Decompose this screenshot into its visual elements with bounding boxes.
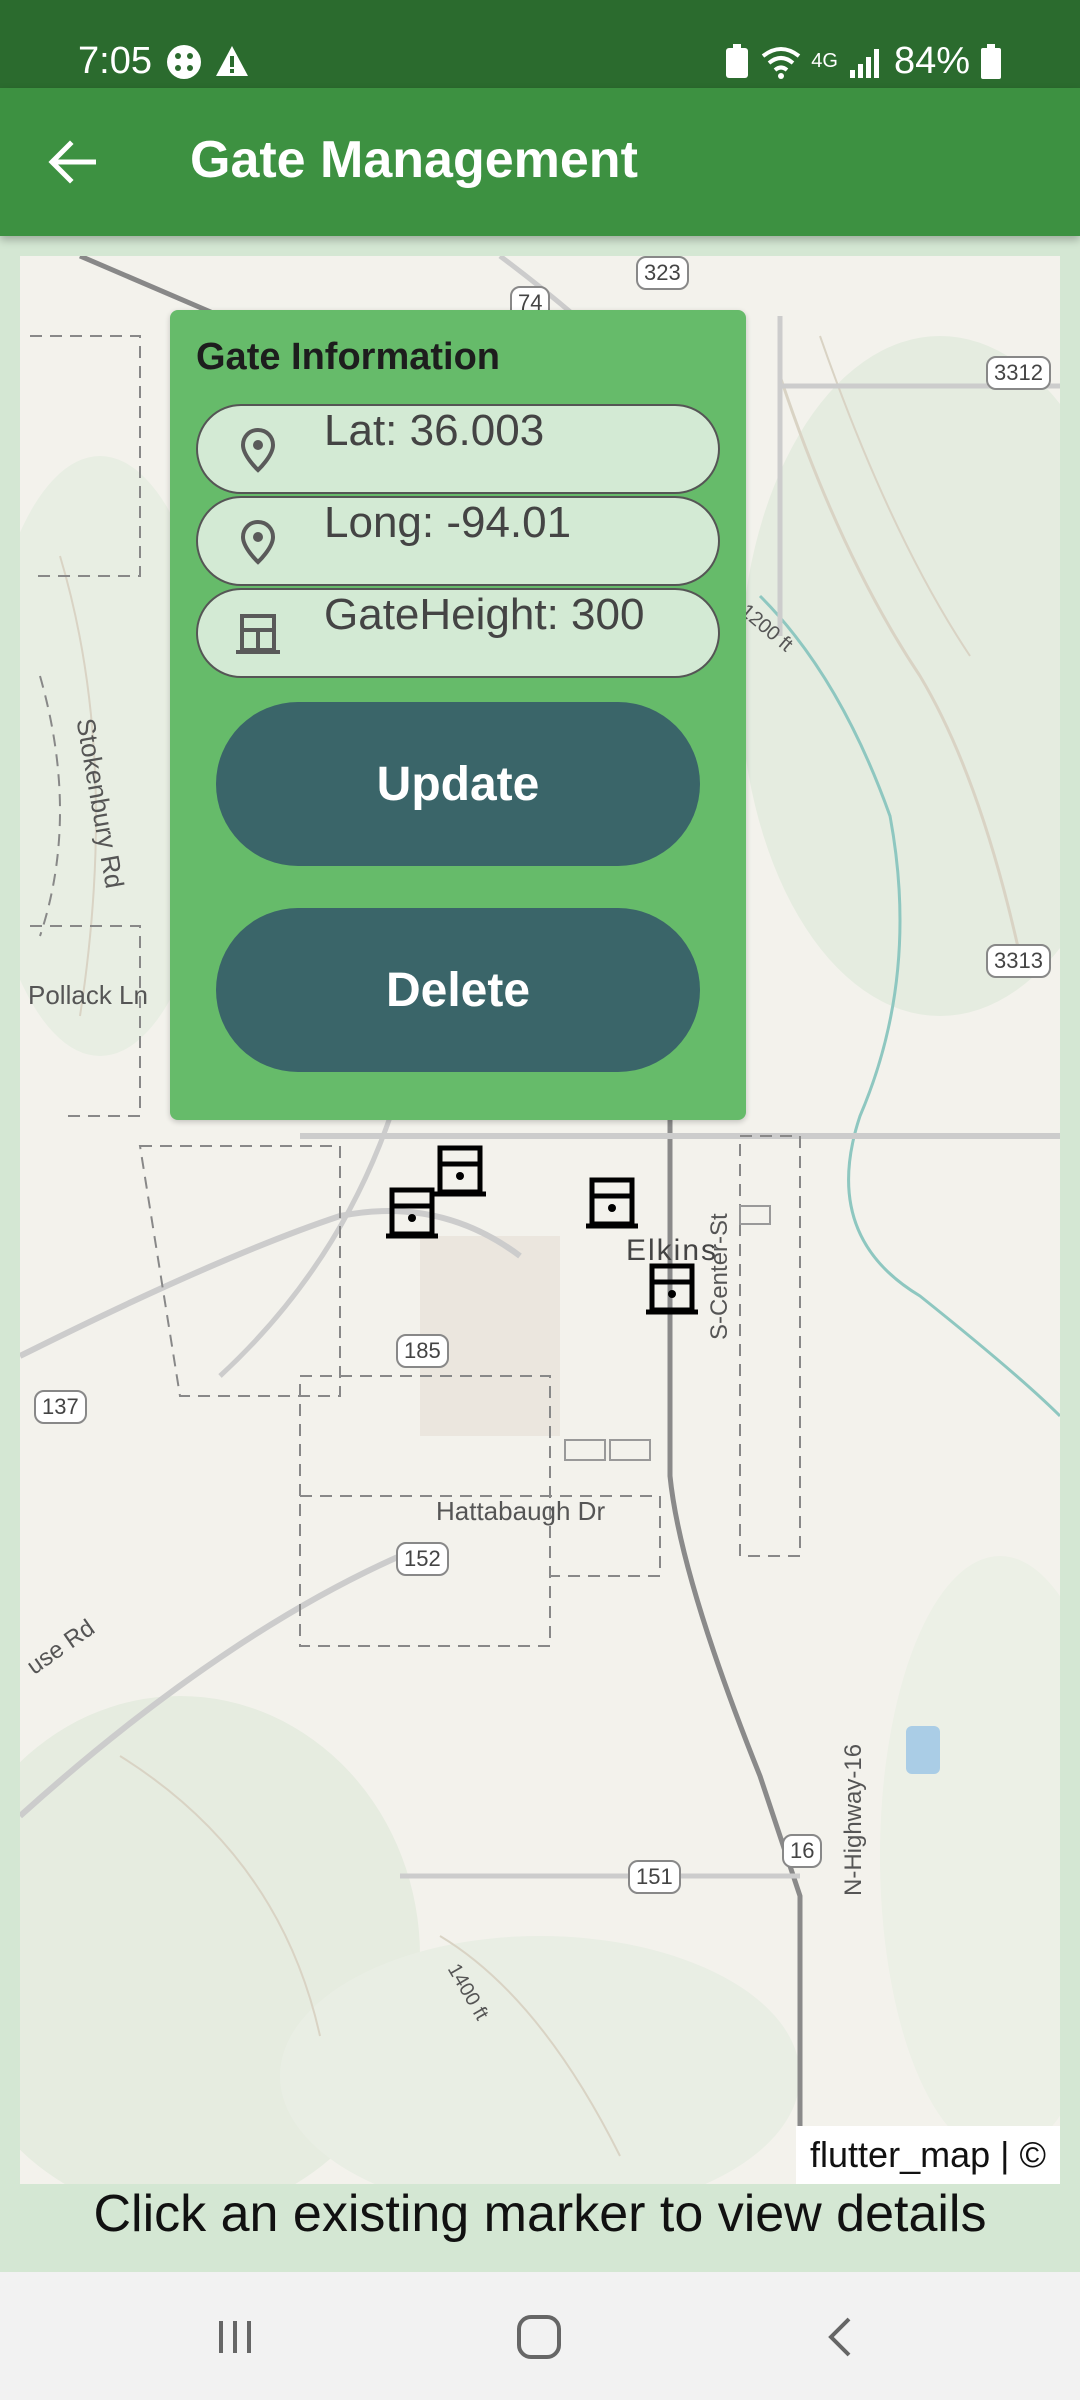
map-attribution[interactable]: flutter_map | © — [796, 2126, 1060, 2184]
route-shield-323: 323 — [636, 256, 689, 290]
battery-saver-icon — [726, 43, 749, 78]
map-label-pollack: Pollack Ln — [28, 980, 148, 1010]
arrow-back-icon — [48, 140, 96, 184]
map-label-highway: N-Highway-16 — [840, 1743, 867, 1896]
route-shield-152: 152 — [396, 1542, 449, 1576]
gate-marker[interactable] — [584, 1176, 640, 1232]
latitude-field[interactable]: Lat: 36.003 — [196, 404, 720, 494]
system-nav-bar — [0, 2272, 1080, 2400]
route-shield-3312: 3312 — [986, 356, 1051, 390]
notification-dots-icon — [167, 45, 201, 79]
panel-title: Gate Information — [196, 336, 501, 378]
location-pin-icon — [240, 427, 276, 473]
status-right: 4G 84% — [723, 40, 1002, 83]
home-icon — [517, 2315, 561, 2359]
location-pin-icon — [240, 519, 276, 565]
gate-height-value: GateHeight: 300 — [324, 590, 645, 639]
back-nav-button[interactable] — [806, 2302, 876, 2372]
page-title: Gate Management — [190, 131, 638, 189]
wifi-icon — [762, 46, 801, 79]
route-shield-185: 185 — [396, 1334, 449, 1368]
route-shield-151: 151 — [628, 1860, 681, 1894]
gate-marker[interactable] — [432, 1144, 488, 1200]
battery-percent: 84% — [893, 40, 970, 82]
route-shield-3313: 3313 — [986, 944, 1051, 978]
route-shield-16: 16 — [782, 1834, 823, 1868]
longitude-field[interactable]: Long: -94.01 — [196, 496, 720, 586]
status-bar: 7:05 4G 84% — [0, 0, 1080, 88]
update-button[interactable]: Update — [216, 702, 700, 866]
gate-marker[interactable] — [644, 1262, 700, 1318]
gate-info-panel: Gate Information Lat: 36.003 Long: -94.0… — [170, 310, 746, 1120]
gate-icon — [236, 614, 280, 654]
gate-marker[interactable] — [384, 1186, 440, 1242]
status-time: 7:05 — [78, 40, 152, 82]
signal-icon — [849, 48, 879, 78]
route-shield-137: 137 — [34, 1390, 87, 1424]
longitude-value: Long: -94.01 — [324, 498, 572, 547]
battery-icon — [981, 43, 1001, 79]
map-label-center-st: S-Center-St — [706, 1213, 733, 1340]
recent-apps-icon — [219, 2321, 251, 2353]
gate-height-field[interactable]: GateHeight: 300 — [196, 588, 720, 678]
latitude-value: Lat: 36.003 — [324, 406, 545, 455]
warning-icon — [216, 46, 248, 76]
home-button[interactable] — [504, 2302, 574, 2372]
chevron-left-icon — [828, 2317, 851, 2357]
app-bar: Gate Management — [0, 88, 1080, 236]
hint-text: Click an existing marker to view details — [93, 2185, 987, 2243]
back-button[interactable] — [36, 126, 108, 198]
delete-button[interactable]: Delete — [216, 908, 700, 1072]
recent-apps-button[interactable] — [200, 2302, 270, 2372]
network-type: 4G — [811, 50, 838, 72]
map-label-hattabaugh: Hattabaugh Dr — [436, 1496, 606, 1526]
